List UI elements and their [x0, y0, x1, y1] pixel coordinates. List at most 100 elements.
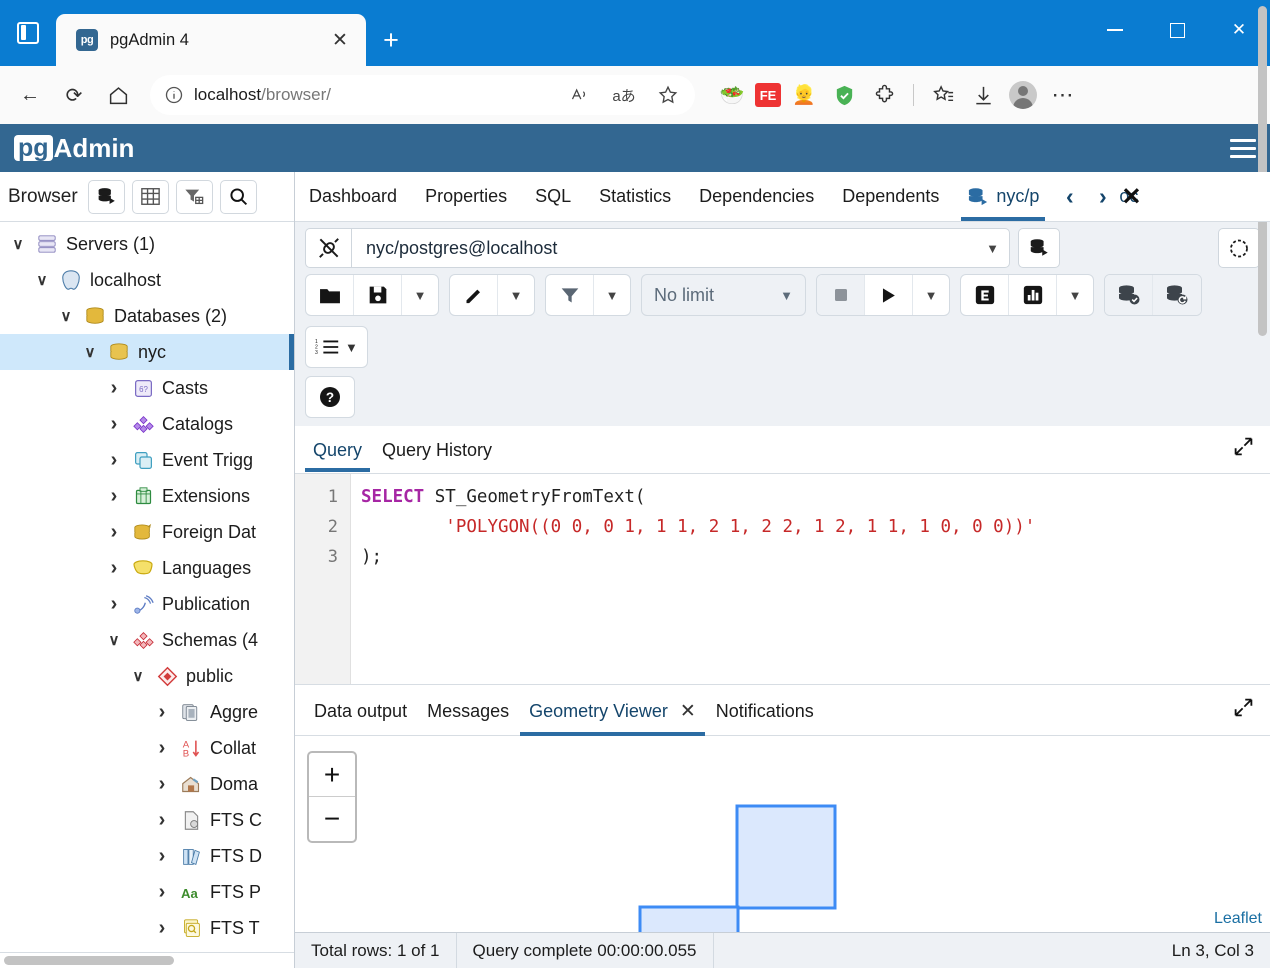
tree-node-languages[interactable]: › Languages: [0, 550, 294, 586]
browser-tab-pgadmin[interactable]: pg pgAdmin 4 ✕: [56, 14, 366, 66]
profile-avatar-icon[interactable]: [1006, 78, 1040, 112]
open-file-button[interactable]: [306, 275, 354, 315]
f-extension-icon[interactable]: FE: [755, 83, 781, 107]
chevron-left-icon[interactable]: ‹: [1053, 183, 1086, 210]
tree-node-nyc[interactable]: ∨ nyc: [0, 334, 294, 370]
new-tab-button[interactable]: +: [370, 19, 412, 61]
tree-horizontal-scrollbar[interactable]: [0, 952, 294, 968]
tree-node-schemas-4[interactable]: ∨ Schemas (4: [0, 622, 294, 658]
tree-node-extensions[interactable]: › Extensions: [0, 478, 294, 514]
collections-icon[interactable]: [926, 78, 960, 112]
result-tab-geometry-viewer[interactable]: Geometry Viewer ✕: [520, 685, 705, 736]
connection-selector[interactable]: nyc/postgres@localhost ▼: [305, 228, 1010, 268]
object-tab-properties[interactable]: Properties: [411, 172, 521, 221]
filter-options-caret[interactable]: ▼: [594, 275, 630, 315]
object-tab-dashboard[interactable]: Dashboard: [295, 172, 411, 221]
tree-node-fts-t[interactable]: › FTS T: [0, 910, 294, 946]
object-tab-sql[interactable]: SQL: [521, 172, 585, 221]
zoom-out-button[interactable]: −: [309, 797, 355, 841]
editor-tab-query-history[interactable]: Query History: [374, 427, 500, 472]
site-info-icon[interactable]: [164, 85, 184, 105]
read-aloud-icon[interactable]: [563, 78, 597, 112]
chevron-down-icon[interactable]: ∨: [104, 631, 124, 649]
chevron-right-icon[interactable]: ›: [104, 593, 124, 616]
tree-node-casts[interactable]: › 6? Casts: [0, 370, 294, 406]
explain-options-caret[interactable]: ▼: [1057, 275, 1093, 315]
url-bar[interactable]: localhost/browser/ aあ: [150, 75, 695, 115]
add-favorite-icon[interactable]: [651, 78, 685, 112]
more-options-icon[interactable]: ⋯: [1046, 78, 1080, 112]
close-icon[interactable]: ✕: [326, 26, 354, 54]
help-icon[interactable]: ?: [306, 377, 354, 417]
object-tab-nyc-p[interactable]: nyc/p: [953, 172, 1053, 221]
fruit-bowl-extension-icon[interactable]: 🥗: [715, 78, 749, 112]
sql-editor[interactable]: 1 2 3 SELECT ST_GeometryFromText( 'POLYGON…: [295, 474, 1270, 684]
translate-icon[interactable]: aあ: [607, 78, 641, 112]
chevron-right-icon[interactable]: ›: [152, 737, 172, 760]
object-tree[interactable]: ∨ Servers (1) ∨ localhost ∨ Databases (2) ∨ nyc…: [0, 222, 294, 952]
rollback-icon[interactable]: [1153, 275, 1201, 315]
minimize-icon[interactable]: [1084, 0, 1146, 60]
tree-node-collat[interactable]: › A B Collat: [0, 730, 294, 766]
macros-caret[interactable]: ▼: [345, 340, 358, 355]
hamburger-menu-icon[interactable]: [1230, 138, 1256, 158]
home-icon[interactable]: [98, 75, 138, 115]
chevron-right-icon[interactable]: ›: [104, 557, 124, 580]
chevron-down-icon[interactable]: ∨: [32, 271, 52, 289]
chevron-down-icon[interactable]: ▼: [780, 288, 793, 303]
expand-icon[interactable]: [1227, 697, 1260, 724]
save-file-button[interactable]: [354, 275, 402, 315]
object-tab-dependencies[interactable]: Dependencies: [685, 172, 828, 221]
connection-field[interactable]: nyc/postgres@localhost ▼: [351, 228, 1010, 268]
list-icon[interactable]: 1 2 3 ▼: [306, 327, 367, 367]
tree-node-catalogs[interactable]: › Catalogs: [0, 406, 294, 442]
grid-icon[interactable]: [131, 179, 169, 214]
pencil-icon[interactable]: [450, 275, 498, 315]
adblock-shield-icon[interactable]: [827, 78, 861, 112]
tab-overflow-next[interactable]: oc ✕: [1119, 186, 1151, 207]
tree-node-public[interactable]: ∨ public: [0, 658, 294, 694]
downloads-icon[interactable]: [966, 78, 1000, 112]
search-icon[interactable]: [219, 179, 257, 214]
editor-tab-query[interactable]: Query: [305, 427, 371, 472]
object-tab-dependents[interactable]: Dependents: [828, 172, 953, 221]
tree-node-fts-p[interactable]: › Aa FTS P: [0, 874, 294, 910]
chevron-right-icon[interactable]: ›: [104, 521, 124, 544]
chevron-down-icon[interactable]: ∨: [80, 343, 100, 361]
chevron-right-icon[interactable]: ›: [104, 485, 124, 508]
avatar-extension-icon[interactable]: 👱: [787, 78, 821, 112]
tree-node-doma[interactable]: › Doma: [0, 766, 294, 802]
chevron-right-icon[interactable]: ›: [104, 413, 124, 436]
tree-node-event-trigg[interactable]: › Event Trigg: [0, 442, 294, 478]
back-arrow-icon[interactable]: ←: [10, 75, 50, 115]
maximize-icon[interactable]: [1146, 0, 1208, 60]
execute-options-caret[interactable]: ▼: [913, 275, 949, 315]
result-tab-notifications[interactable]: Notifications: [707, 686, 823, 735]
close-icon[interactable]: ✕: [1121, 186, 1141, 207]
object-explorer-button[interactable]: [87, 179, 125, 214]
tree-node-servers-1[interactable]: ∨ Servers (1): [0, 226, 294, 262]
chevron-right-icon[interactable]: ›: [152, 773, 172, 796]
chevron-right-icon[interactable]: ›: [152, 809, 172, 832]
close-icon[interactable]: ✕: [680, 700, 696, 723]
stop-button[interactable]: [817, 275, 865, 315]
tree-node-localhost[interactable]: ∨ localhost: [0, 262, 294, 298]
execute-button[interactable]: [865, 275, 913, 315]
chevron-right-icon[interactable]: ›: [152, 845, 172, 868]
expand-icon[interactable]: [1227, 436, 1260, 463]
object-tab-statistics[interactable]: Statistics: [585, 172, 685, 221]
tree-node-databases-2[interactable]: ∨ Databases (2): [0, 298, 294, 334]
sql-code[interactable]: SELECT ST_GeometryFromText( 'POLYGON((0 …: [351, 474, 1270, 684]
chevron-right-icon[interactable]: ›: [104, 449, 124, 472]
explain-analyze-icon[interactable]: [1009, 275, 1057, 315]
puzzle-extensions-icon[interactable]: [867, 78, 901, 112]
chevron-right-icon[interactable]: ›: [1086, 183, 1119, 210]
chevron-down-icon[interactable]: ∨: [56, 307, 76, 325]
chevron-down-icon[interactable]: ∨: [128, 667, 148, 685]
tree-node-fts-d[interactable]: › FTS D: [0, 838, 294, 874]
tree-node-foreign-dat[interactable]: › Foreign Dat: [0, 514, 294, 550]
filter-table-icon[interactable]: [175, 179, 213, 214]
explain-icon[interactable]: [961, 275, 1009, 315]
result-tab-data-output[interactable]: Data output: [305, 686, 416, 735]
row-limit-select[interactable]: No limit ▼: [641, 274, 806, 316]
